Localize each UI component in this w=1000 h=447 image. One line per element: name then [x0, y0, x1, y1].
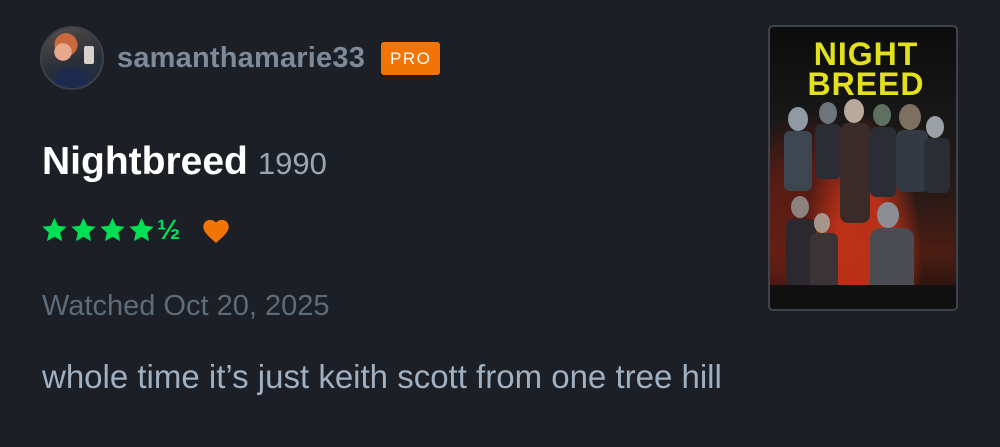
- pro-badge: PRO: [381, 41, 441, 75]
- film-title[interactable]: Nightbreed: [42, 140, 248, 184]
- review-card: samanthamarie33 PRO Nightbreed 1990 ½ Wa…: [0, 0, 1000, 447]
- avatar-shirt: [54, 68, 88, 88]
- svg-text:BREED: BREED: [807, 66, 924, 102]
- film-poster[interactable]: NIGHT BREED: [768, 25, 958, 311]
- username-link[interactable]: samanthamarie33: [117, 42, 365, 75]
- review-header: samanthamarie33 PRO: [40, 26, 441, 90]
- star-icon: [129, 217, 154, 242]
- poster-logo: NIGHT BREED: [807, 36, 924, 102]
- poster-art: NIGHT BREED: [770, 36, 956, 309]
- star-icon: [100, 217, 125, 242]
- star-icon: [71, 217, 96, 242]
- rating-row: ½: [40, 216, 232, 244]
- avatar[interactable]: [40, 26, 104, 90]
- avatar-phone: [84, 46, 94, 64]
- film-year[interactable]: 1990: [258, 146, 327, 182]
- watched-date: Watched Oct 20, 2025: [42, 290, 330, 322]
- star-rating: ½: [40, 216, 180, 244]
- star-icon: [42, 217, 67, 242]
- film-title-row: Nightbreed 1990: [42, 140, 327, 184]
- half-star-glyph: ½: [157, 214, 181, 245]
- poster-figures: [770, 99, 956, 309]
- review-text: whole time it’s just keith scott from on…: [42, 358, 722, 395]
- heart-icon: [203, 219, 230, 243]
